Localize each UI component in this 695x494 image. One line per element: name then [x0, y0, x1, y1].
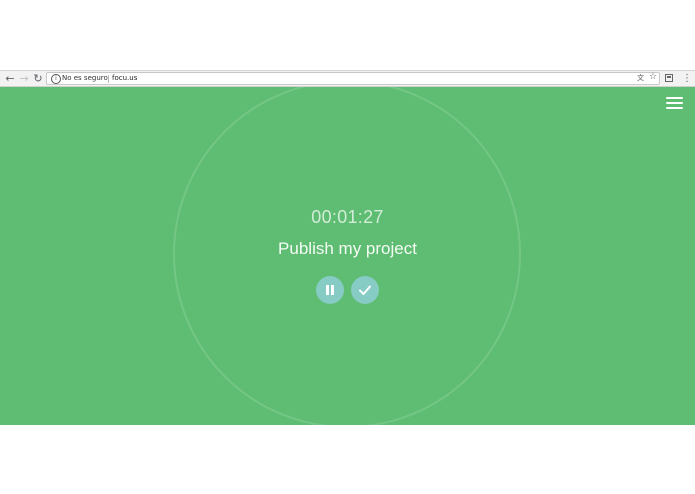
bookmark-star-icon[interactable]: ☆	[649, 72, 657, 83]
screen-bottom-margin	[0, 425, 695, 494]
pause-button[interactable]	[316, 276, 344, 304]
back-button[interactable]: ←	[3, 72, 17, 86]
url-text[interactable]: focu.us	[112, 73, 137, 84]
forward-arrow-icon: →	[19, 72, 29, 85]
extension-icon[interactable]	[665, 74, 673, 82]
browser-menu-icon[interactable]: ⋮	[682, 72, 692, 86]
pause-icon	[325, 285, 335, 295]
complete-button[interactable]	[351, 276, 379, 304]
reload-icon: ↻	[33, 72, 43, 85]
address-bar[interactable]: i No es seguro focu.us 文 ☆	[46, 72, 660, 85]
check-icon	[359, 285, 371, 295]
hamburger-menu-icon[interactable]	[666, 97, 683, 109]
info-icon[interactable]: i	[51, 74, 61, 84]
focus-app: 00:01:27 Publish my project	[0, 87, 695, 425]
back-arrow-icon: ←	[5, 72, 15, 85]
timer-display: 00:01:27	[311, 207, 384, 227]
screen-top-margin	[0, 0, 695, 70]
reload-button[interactable]: ↻	[31, 72, 45, 86]
browser-toolbar: ← → ↻ i No es seguro focu.us 文 ☆ ⋮	[0, 70, 695, 87]
security-status[interactable]: No es seguro	[62, 73, 108, 84]
forward-button[interactable]: →	[17, 72, 31, 86]
address-separator	[108, 75, 109, 83]
task-title: Publish my project	[278, 239, 417, 258]
translate-icon[interactable]: 文	[637, 73, 644, 84]
